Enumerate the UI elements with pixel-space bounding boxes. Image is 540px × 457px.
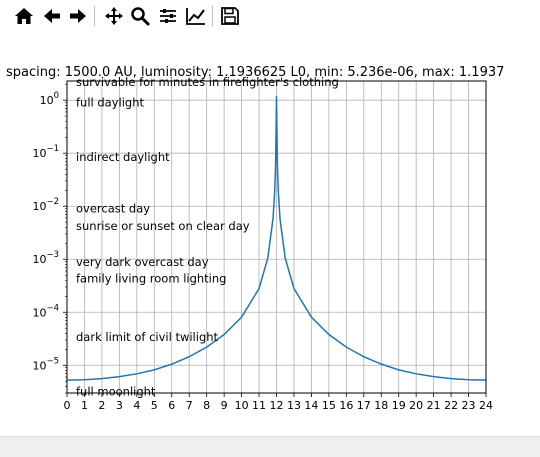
y-axis-ticks: 10−5 10−4 10−3 10−2 10−1 100 — [32, 83, 67, 394]
x-tick-label: 16 — [339, 399, 353, 412]
navigation-toolbar — [0, 0, 540, 34]
x-tick-label: 24 — [479, 399, 493, 412]
x-tick-label: 4 — [133, 399, 140, 412]
x-tick-label: 17 — [357, 399, 371, 412]
x-tick-label: 23 — [462, 399, 476, 412]
toolbar-separator — [94, 6, 95, 26]
y-tick-label: 10−4 — [32, 303, 59, 319]
x-tick-label: 15 — [322, 399, 336, 412]
configure-subplots-icon[interactable] — [156, 4, 180, 28]
y-tick-label: 10−1 — [32, 144, 59, 160]
forward-arrow-icon[interactable] — [66, 4, 90, 28]
x-tick-label: 9 — [221, 399, 228, 412]
zoom-icon[interactable] — [128, 4, 152, 28]
annotation-label: overcast day — [76, 202, 150, 216]
x-tick-label: 12 — [270, 399, 284, 412]
x-tick-label: 14 — [304, 399, 318, 412]
x-tick-label: 5 — [151, 399, 158, 412]
annotation-label: family living room lighting — [76, 272, 226, 286]
x-tick-label: 19 — [392, 399, 406, 412]
x-tick-label: 21 — [427, 399, 441, 412]
back-arrow-icon[interactable] — [40, 4, 64, 28]
x-tick-label: 3 — [116, 399, 123, 412]
annotation-label: very dark overcast day — [76, 255, 209, 269]
y-tick-label: 10−5 — [32, 356, 59, 372]
x-tick-label: 0 — [64, 399, 71, 412]
x-tick-label: 11 — [252, 399, 266, 412]
status-bar — [0, 436, 540, 457]
y-tick-label: 10−2 — [32, 197, 59, 213]
annotation-label: survivable for minutes in firefighter's … — [76, 75, 339, 89]
x-tick-label: 20 — [409, 399, 423, 412]
edit-axis-icon[interactable] — [184, 4, 208, 28]
annotations: survivable for minutes in firefighter's … — [76, 75, 339, 398]
annotation-label: dark limit of civil twilight — [76, 330, 219, 344]
annotation-label: sunrise or sunset on clear day — [76, 219, 250, 233]
x-tick-label: 22 — [444, 399, 458, 412]
x-tick-label: 8 — [203, 399, 210, 412]
x-tick-label: 6 — [168, 399, 175, 412]
home-icon[interactable] — [12, 4, 36, 28]
annotation-label: indirect daylight — [76, 150, 170, 164]
x-tick-label: 10 — [235, 399, 249, 412]
pan-move-icon[interactable] — [102, 4, 126, 28]
y-tick-label: 100 — [40, 91, 59, 107]
annotation-label: full daylight — [76, 96, 145, 110]
x-tick-label: 2 — [98, 399, 105, 412]
x-tick-label: 1 — [81, 399, 88, 412]
x-tick-label: 13 — [287, 399, 301, 412]
save-icon[interactable] — [218, 4, 242, 28]
toolbar-separator — [212, 6, 213, 26]
annotation-label: full moonlight — [76, 385, 156, 399]
x-tick-label: 7 — [186, 399, 193, 412]
x-tick-label: 18 — [374, 399, 388, 412]
y-tick-label: 10−3 — [32, 250, 59, 266]
chart-figure: spacing: 1500.0 AU, luminosity: 1.193662… — [6, 65, 504, 412]
